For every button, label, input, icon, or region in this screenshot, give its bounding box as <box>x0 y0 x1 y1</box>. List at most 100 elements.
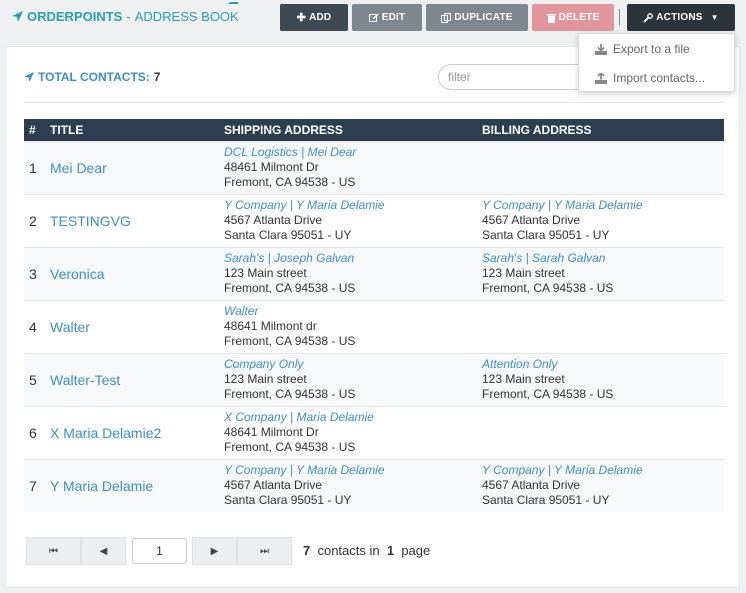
row-number-cell: 7 <box>24 458 50 512</box>
billing-address-cell: Sarah's | Sarah Galvan 123 Main street Fre… <box>482 246 724 300</box>
column-header-shipping[interactable]: SHIPPING ADDRESS <box>224 119 482 141</box>
divider <box>24 102 724 103</box>
row-number: 5 <box>29 371 37 388</box>
title-cell: Walter <box>50 299 224 353</box>
brand-name[interactable]: ORDERPOINTS <box>27 9 122 24</box>
table-row[interactable]: 1 Mei Dear DCL Logistics | Mei Dear 48461 M… <box>24 140 724 194</box>
row-number-cell: 1 <box>24 140 50 194</box>
first-page-button[interactable]: ⏮ <box>26 537 81 565</box>
shipping-address-cell: Y Company | Y Maria Delamie 4567 Atlanta … <box>224 458 482 512</box>
ship-contact-name: Y Company | Y Maria Delamie <box>224 463 385 478</box>
ship-street: 48641 Milmont dr <box>224 319 317 333</box>
contact-title-link[interactable]: Walter-Test <box>50 372 120 388</box>
table-row[interactable]: 6 X Maria Delamie2 X Company | Maria Delam… <box>24 405 724 459</box>
column-header-title[interactable]: TITLE <box>50 119 224 141</box>
edit-icon <box>368 13 379 22</box>
row-number: 1 <box>29 159 37 176</box>
row-number: 4 <box>29 318 37 335</box>
bill-street: 123 Main street <box>482 266 565 280</box>
delete-button-label: DELETE <box>558 12 600 23</box>
edit-button[interactable]: EDIT <box>352 4 422 31</box>
section-title: ADDRESS BOOK <box>134 9 239 24</box>
billing-address-cell: Y Company | Y Maria Delamie 4567 Atlanta … <box>482 458 724 512</box>
location-arrow-icon <box>24 72 34 82</box>
contacts-table: # TITLE SHIPPING ADDRESS BILLING ADDRESS… <box>24 119 724 512</box>
row-number-cell: 6 <box>24 405 50 459</box>
contact-title-link[interactable]: Y Maria Delamie <box>50 478 153 494</box>
bill-contact-name: Sarah's | Sarah Galvan <box>482 251 606 265</box>
location-arrow-icon <box>12 11 23 22</box>
ship-city: Santa Clara 95051 - UY <box>224 228 352 242</box>
row-number-cell: 3 <box>24 246 50 300</box>
duplicate-button[interactable]: DUPLICATE <box>426 4 528 31</box>
pagination-contacts-in: contacts in <box>317 543 380 558</box>
plus-icon: ✚ <box>296 12 307 24</box>
contact-title-link[interactable]: TESTINGVG <box>50 213 131 229</box>
row-number: 3 <box>29 265 37 282</box>
ship-city: Fremont, CA 94538 - US <box>224 281 356 295</box>
table-row[interactable]: 2 TESTINGVG Y Company | Y Maria Delamie 456… <box>24 193 724 247</box>
delete-button[interactable]: DELETE <box>532 4 614 31</box>
total-contacts-label: TOTAL CONTACTS: <box>38 70 150 84</box>
pagination-info: 7 contacts in 1 page <box>303 543 430 558</box>
bill-street: 4567 Atlanta Drive <box>482 478 581 493</box>
pagination-total: 7 <box>303 543 311 558</box>
title-cell: Walter-Test <box>50 352 224 406</box>
first-page-icon: ⏮ <box>49 545 58 557</box>
actions-button[interactable]: ACTIONS ▼ <box>627 4 735 31</box>
contact-title-link[interactable]: Veronica <box>50 266 104 282</box>
last-page-button[interactable]: ⏭ <box>237 537 292 565</box>
bill-city: Fremont, CA 94538 - US <box>482 387 614 401</box>
contact-title-link[interactable]: Walter <box>50 319 90 335</box>
filter-input[interactable] <box>438 64 598 90</box>
total-contacts-count: 7 <box>153 70 161 84</box>
table-row[interactable]: 3 Veronica Sarah's | Joseph Galvan 123 Main… <box>24 246 724 300</box>
pagination-page-count: 1 <box>386 543 395 558</box>
contact-title-link[interactable]: X Maria Delamie2 <box>50 425 161 441</box>
ship-city: Fremont, CA 94538 - US <box>224 440 356 454</box>
ship-contact-name: X Company | Maria Delamie <box>224 410 374 424</box>
shipping-address-cell: Y Company | Y Maria Delamie 4567 Atlanta … <box>224 193 482 247</box>
table-row[interactable]: 5 Walter-Test Company Only 123 Main street F… <box>24 352 724 406</box>
breadcrumb: ORDERPOINTS - ADDRESS BOOK <box>12 9 239 24</box>
row-number: 6 <box>29 424 37 441</box>
ship-contact-name: Walter <box>224 304 259 318</box>
column-header-billing[interactable]: BILLING ADDRESS <box>482 119 724 141</box>
table-row[interactable]: 7 Y Maria Delamie Y Company | Y Maria Dela… <box>24 458 724 512</box>
ship-contact-name: DCL Logistics | Mei Dear <box>224 145 357 159</box>
billing-address-cell <box>482 405 724 459</box>
table-row[interactable]: 4 Walter Walter 48641 Milmont dr Fremont, CA… <box>24 299 724 353</box>
shipping-address-cell: Walter 48641 Milmont dr Fremont, CA 94538 … <box>224 299 482 353</box>
billing-address-cell <box>482 299 724 353</box>
previous-page-button[interactable]: ◀ <box>81 537 126 565</box>
ship-street: 4567 Atlanta Drive <box>224 478 323 493</box>
shipping-address-cell: DCL Logistics | Mei Dear 48461 Milmont Dr… <box>224 140 482 194</box>
bill-street: 123 Main street <box>482 372 565 386</box>
wrench-icon <box>643 12 654 23</box>
menu-item-export-label: Export to a file <box>613 42 690 56</box>
row-number-cell: 2 <box>24 193 50 247</box>
billing-address-cell <box>482 140 724 194</box>
download-icon <box>595 43 607 55</box>
title-cell: TESTINGVG <box>50 193 224 247</box>
ship-city: Fremont, CA 94538 - US <box>224 175 356 189</box>
ship-street: 48461 Milmont Dr <box>224 160 319 174</box>
caret-left-icon: ◀ <box>99 545 108 557</box>
menu-item-import-label: Import contacts... <box>613 71 706 85</box>
header-bar: ORDERPOINTS - ADDRESS BOOK ✚ ADD EDIT DU… <box>0 0 746 36</box>
ship-city: Fremont, CA 94538 - US <box>224 387 356 401</box>
next-page-button[interactable]: ▶ <box>192 537 237 565</box>
menu-item-export[interactable]: Export to a file <box>579 36 734 62</box>
column-header-number[interactable]: # <box>24 119 50 141</box>
breadcrumb-separator: - <box>126 9 131 24</box>
contact-title-link[interactable]: Mei Dear <box>50 160 107 176</box>
add-button[interactable]: ✚ ADD <box>280 4 348 31</box>
bill-city: Santa Clara 95051 - UY <box>482 228 610 242</box>
bill-street: 4567 Atlanta Drive <box>482 213 581 227</box>
menu-item-import[interactable]: Import contacts... <box>579 65 734 91</box>
page-number-input[interactable] <box>132 538 187 564</box>
title-cell: Y Maria Delamie <box>50 458 224 512</box>
bill-contact-name: Attention Only <box>482 357 558 371</box>
active-indicator <box>228 0 238 4</box>
billing-address-cell: Y Company | Y Maria Delamie 4567 Atlanta … <box>482 193 724 247</box>
